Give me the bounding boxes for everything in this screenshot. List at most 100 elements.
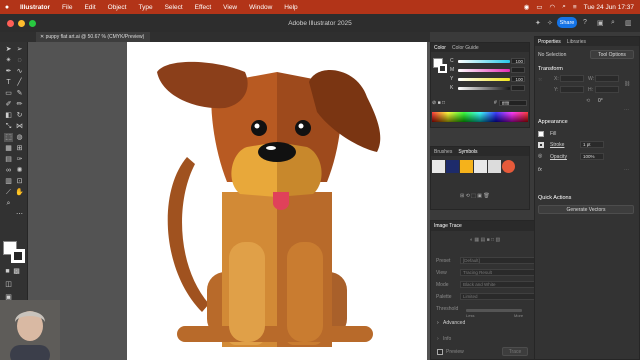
pencil-tool-icon[interactable]: ✏ (15, 100, 24, 109)
advanced-label[interactable]: Advanced (443, 320, 465, 326)
menu-help[interactable]: Help (278, 4, 303, 11)
symbol-swatch-1[interactable] (432, 160, 445, 173)
width-tool-icon[interactable]: ⋈ (15, 122, 24, 131)
puppy-illustration[interactable] (127, 42, 427, 360)
free-transform-icon[interactable]: ⬚ (4, 133, 13, 142)
stroke-color-swatch[interactable] (538, 142, 544, 148)
w-input[interactable] (595, 75, 619, 82)
eraser-tool-icon[interactable]: ◧ (4, 111, 13, 120)
trace-presets-icons[interactable]: ◐ ▦ ▤ ■ □ ▧ (470, 237, 500, 243)
menu-type[interactable]: Type (132, 4, 158, 11)
menu-file[interactable]: File (56, 4, 78, 11)
search-icon[interactable]: ⌕ (611, 19, 615, 27)
x-input[interactable] (560, 75, 584, 82)
document-tab[interactable]: ✕ puppy flat art.ai @ 50.67 % (CMYK/Prev… (36, 32, 151, 42)
none-swatch-icon[interactable]: ⊘ ■ □ (432, 100, 445, 106)
stroke-swatch[interactable] (11, 249, 25, 263)
direct-selection-tool-icon[interactable]: ➢ (15, 45, 24, 54)
mode-select[interactable]: Black and White (460, 281, 542, 288)
scale-tool-icon[interactable]: ⤡ (4, 122, 13, 131)
symbol-sprayer-icon[interactable]: ✺ (15, 166, 24, 175)
view-select[interactable]: Tracing Result (460, 269, 542, 276)
opacity-input[interactable]: 100% (580, 153, 604, 160)
gradient-tool-icon[interactable]: ▤ (4, 155, 13, 164)
tab-symbols[interactable]: Symbols (458, 149, 477, 155)
tool-options-button[interactable]: Tool Options (590, 50, 634, 59)
more-options-icon[interactable]: ⋯ (624, 107, 629, 113)
discover-icon[interactable]: ✦ (535, 19, 541, 27)
menu-view[interactable]: View (217, 4, 243, 11)
color-stroke-indicator[interactable] (438, 64, 447, 73)
close-window-button[interactable] (7, 19, 14, 27)
stroke-label[interactable]: Stroke (550, 142, 564, 148)
symbol-swatch-6[interactable] (502, 160, 515, 173)
mesh-tool-icon[interactable]: ⊞ (15, 144, 24, 153)
panels-icon[interactable]: ▥ (625, 19, 632, 27)
tab-brushes[interactable]: Brushes (434, 149, 452, 155)
channel-c-slider[interactable] (458, 60, 510, 63)
menu-window[interactable]: Window (243, 4, 278, 11)
selection-tool-icon[interactable]: ➤ (4, 45, 13, 54)
gradient-mode-icon[interactable]: ▩ (12, 267, 21, 276)
opacity-label[interactable]: Opacity (550, 154, 567, 160)
rotate-angle-icon[interactable]: ⟲ (586, 98, 590, 104)
trace-button[interactable]: Trace (502, 347, 528, 356)
help-icon[interactable]: ? (583, 19, 587, 26)
zoom-tool-icon[interactable]: ⌕ (4, 199, 13, 208)
menu-app-name[interactable]: Illustrator (14, 4, 56, 11)
preset-select[interactable]: [Default] (460, 257, 542, 264)
lightbulb-icon[interactable]: ✧ (547, 19, 553, 27)
symbol-swatch-5[interactable] (488, 160, 501, 173)
perspective-grid-icon[interactable]: ▦ (4, 144, 13, 153)
info-label[interactable]: Info (443, 336, 451, 342)
preview-checkbox[interactable] (437, 349, 443, 355)
tab-color[interactable]: Color (434, 45, 446, 51)
lasso-icon[interactable]: ◌ (15, 56, 24, 65)
tab-properties[interactable]: Properties (538, 39, 561, 45)
paintbrush-icon[interactable]: ✎ (15, 89, 24, 98)
search-icon[interactable]: ⌕ (562, 3, 566, 11)
zoom-window-button[interactable] (29, 19, 36, 27)
symbols-actions-icons[interactable]: ⊞ ⟲ ⬚ ▣ 🗑 (460, 193, 490, 199)
artboard-tool-icon[interactable]: ⊡ (15, 177, 24, 186)
menu-effect[interactable]: Effect (189, 4, 218, 11)
workspace-icon[interactable]: ▣ (597, 19, 604, 27)
blend-tool-icon[interactable]: ∞ (4, 166, 13, 175)
info-chevron-icon[interactable]: › (437, 336, 439, 342)
y-input[interactable] (560, 86, 584, 93)
symbol-swatch-4[interactable] (474, 160, 487, 173)
tab-libraries[interactable]: Libraries (567, 39, 586, 45)
minimize-window-button[interactable] (18, 19, 25, 27)
pen-tool-icon[interactable]: ✒ (4, 67, 13, 76)
color-spectrum[interactable] (432, 112, 528, 122)
stroke-weight-input[interactable]: 1 pt (580, 141, 604, 148)
color-mode-icon[interactable]: ■ (3, 267, 12, 276)
reference-point-icon[interactable]: ⁙ (538, 77, 542, 83)
channel-m-value[interactable] (511, 67, 525, 73)
rectangle-tool-icon[interactable]: ▭ (4, 89, 13, 98)
battery-icon[interactable]: ▭ (536, 3, 542, 11)
channel-y-value[interactable]: 100 (511, 76, 525, 82)
channel-c-value[interactable]: 100 (511, 58, 525, 64)
graph-tool-icon[interactable]: ▥ (4, 177, 13, 186)
channel-k-slider[interactable] (458, 87, 510, 90)
h-input[interactable] (595, 86, 619, 93)
share-button[interactable]: Share (557, 17, 577, 28)
shaper-tool-icon[interactable]: ✐ (4, 100, 13, 109)
shape-builder-icon[interactable]: ◍ (15, 133, 24, 142)
magic-wand-icon[interactable]: ✴ (4, 56, 13, 65)
draw-mode-icon[interactable]: ◫ (4, 280, 13, 289)
channel-k-value[interactable] (511, 85, 525, 91)
apple-menu-icon[interactable]: ● (0, 4, 14, 11)
fill-color-swatch[interactable] (538, 131, 544, 137)
wifi-icon[interactable]: ◠ (550, 3, 556, 11)
creative-cloud-icon[interactable]: ◉ (524, 3, 530, 11)
threshold-slider[interactable] (466, 309, 522, 312)
advanced-chevron-icon[interactable]: › (437, 320, 439, 326)
rotate-tool-icon[interactable]: ↻ (15, 111, 24, 120)
control-center-icon[interactable]: ≡ (573, 4, 577, 11)
menu-datetime[interactable]: Tue 24 Jun 17:37 (584, 4, 634, 11)
eyedropper-icon[interactable]: ✑ (15, 155, 24, 164)
fx-label[interactable]: fx (538, 167, 542, 173)
menu-object[interactable]: Object (102, 4, 133, 11)
